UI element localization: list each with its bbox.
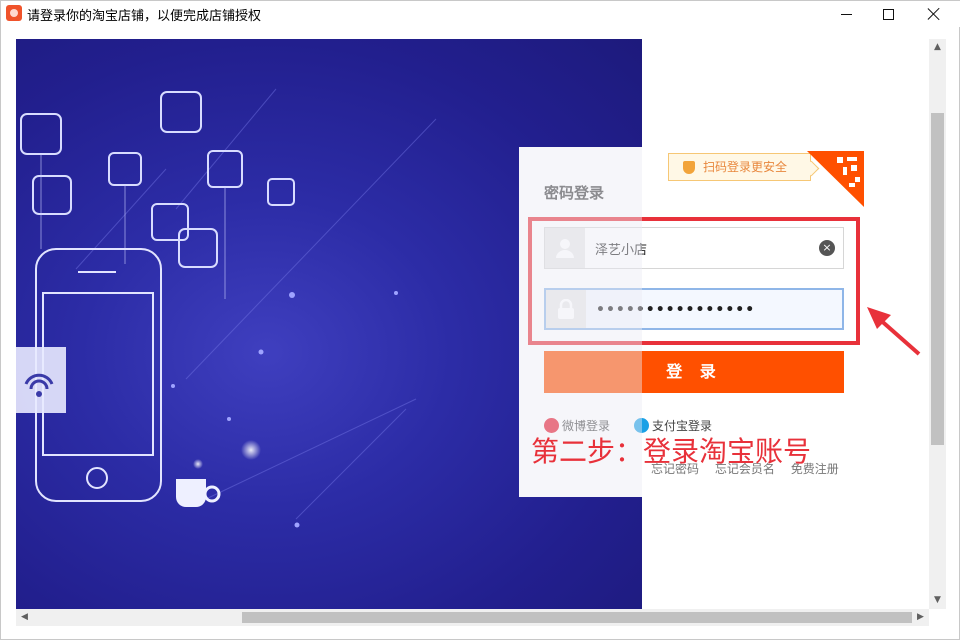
- qr-code-icon: [807, 151, 864, 207]
- qr-code-toggle[interactable]: [807, 151, 864, 207]
- scroll-left-icon[interactable]: ◀: [16, 609, 33, 626]
- minimize-icon: [840, 13, 852, 15]
- close-button[interactable]: [911, 1, 957, 27]
- minimize-button[interactable]: [823, 1, 869, 27]
- maximize-icon: [882, 8, 894, 20]
- annotation-highlight-box: [528, 217, 860, 345]
- horizontal-scrollbar[interactable]: ◀ ▶: [16, 609, 929, 626]
- vertical-scrollbar[interactable]: ▲ ▼: [929, 39, 946, 609]
- qr-tip-text: 扫码登录更安全: [703, 160, 788, 174]
- scroll-down-icon[interactable]: ▼: [929, 592, 946, 609]
- login-mode-title: 密码登录: [544, 184, 605, 202]
- close-icon: [927, 7, 941, 21]
- maximize-button[interactable]: [865, 1, 911, 27]
- annotation-arrow-icon: [867, 307, 921, 356]
- scroll-up-icon[interactable]: ▲: [929, 39, 946, 56]
- scroll-right-icon[interactable]: ▶: [912, 609, 929, 626]
- shield-icon: [683, 161, 695, 174]
- step-annotation: 第二步：登录淘宝账号: [531, 435, 812, 468]
- login-window: 请登录你的淘宝店铺，以便完成店铺授权 密码登录 扫码登录更安全 泽艺小店 × •…: [0, 0, 960, 640]
- horizontal-scroll-thumb[interactable]: [242, 612, 912, 623]
- login-button[interactable]: 登 录: [544, 351, 844, 393]
- app-icon: [6, 5, 22, 21]
- title-bar: 请登录你的淘宝店铺，以便完成店铺授权: [1, 1, 960, 27]
- qr-login-tip[interactable]: 扫码登录更安全: [668, 153, 811, 181]
- vertical-scroll-thumb[interactable]: [931, 113, 944, 445]
- window-title: 请登录你的淘宝店铺，以便完成店铺授权: [27, 9, 262, 24]
